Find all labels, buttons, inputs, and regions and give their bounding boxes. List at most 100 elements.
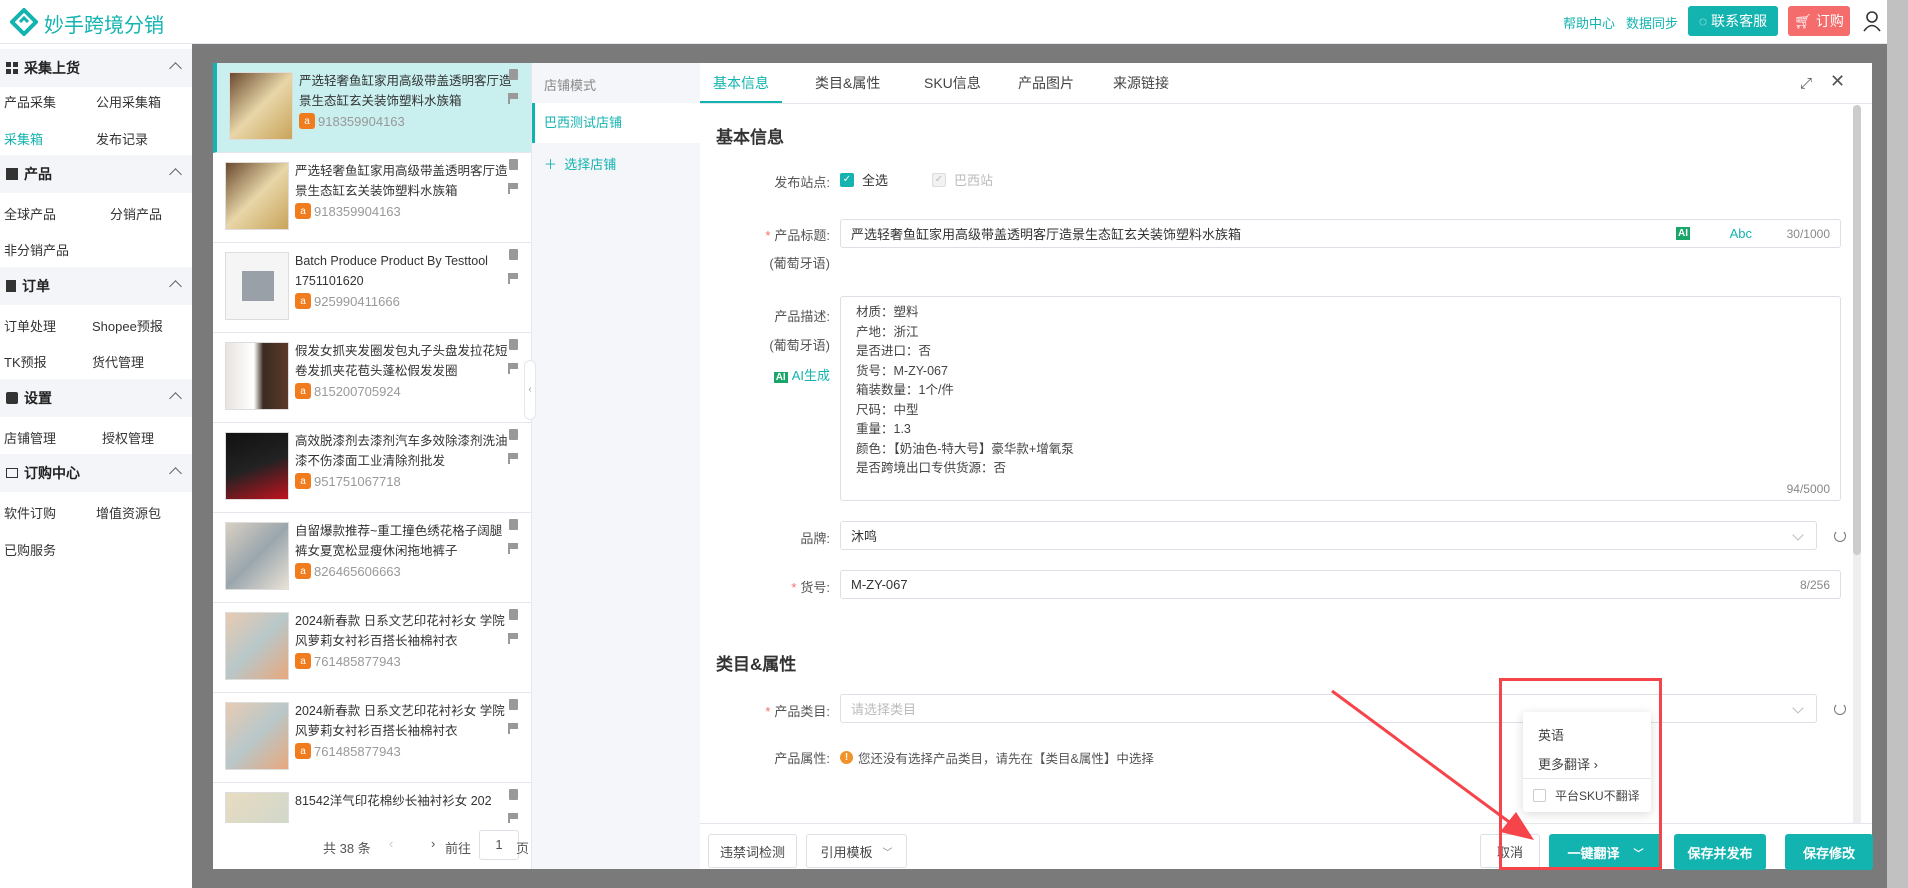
product-title: Batch Produce Product By Testtool 175110…	[295, 254, 488, 288]
attributes-label: 产品属性:	[774, 751, 830, 766]
alibaba-icon: a	[295, 653, 311, 669]
sidebar-section-collect[interactable]: 采集上货	[0, 49, 192, 87]
refresh-brand-icon[interactable]	[1834, 530, 1846, 542]
save-and-publish-button[interactable]: 保存并发布	[1674, 834, 1766, 870]
next-page-icon[interactable]: ›	[431, 836, 435, 851]
flag-icon[interactable]	[508, 723, 518, 734]
tab-product-images[interactable]: 产品图片	[1018, 63, 1074, 103]
prohibited-word-check-button[interactable]: 违禁词检测	[708, 834, 797, 868]
product-source-id: a 925990411666	[295, 293, 400, 309]
tab-sku-info[interactable]: SKU信息	[924, 63, 981, 103]
sidebar-item-forwarder[interactable]: 货代管理	[92, 352, 144, 371]
sidebar-item-product-collect[interactable]: 产品采集	[4, 92, 56, 111]
sidebar-item-tk-forecast[interactable]: TK预报	[4, 352, 47, 371]
flag-icon[interactable]	[508, 183, 518, 194]
sidebar-section-orders[interactable]: 订单	[0, 267, 192, 305]
top-header: 妙手跨境分销 帮助中心 数据同步 ◌ 联系客服 🛒︎ 订购	[0, 0, 1908, 44]
form-scrollbar[interactable]	[1853, 105, 1861, 825]
product-list-item[interactable]: 严选轻奢鱼缸家用高级带盖透明客厅造景生态缸玄关装饰塑料水族箱 a 918359904…	[213, 63, 531, 153]
product-list-item[interactable]: 高效脱漆剂去漆剂汽车多效除漆剂洗油漆不伤漆面工业清除剂批发 a 9517510677…	[213, 423, 531, 513]
page-scrollbar[interactable]	[1887, 0, 1908, 888]
delete-icon[interactable]	[509, 429, 518, 440]
brand-label: 品牌:	[800, 531, 830, 546]
collapse-list-icon[interactable]: ‹	[524, 360, 536, 420]
sidebar-item-shopee-forecast[interactable]: Shopee预报	[92, 316, 163, 335]
sidebar-item-collect-box[interactable]: 采集箱	[4, 129, 43, 148]
sidebar-item-store-management[interactable]: 店铺管理	[4, 428, 56, 447]
prev-page-icon[interactable]: ‹	[389, 836, 393, 851]
sidebar-section-subscription[interactable]: 订购中心	[0, 454, 192, 492]
select-store-button[interactable]: ＋ 选择店铺	[544, 154, 616, 173]
sidebar-item-distribution-products[interactable]: 分销产品	[110, 204, 162, 223]
flag-icon[interactable]	[508, 633, 518, 644]
delete-icon[interactable]	[509, 699, 518, 710]
tab-basic-info[interactable]: 基本信息	[700, 63, 782, 103]
delete-icon[interactable]	[509, 159, 518, 170]
sidebar-item-public-box[interactable]: 公用采集箱	[96, 92, 161, 111]
sidebar-item-software-order[interactable]: 软件订购	[4, 503, 56, 522]
description-line: 材质：塑料	[856, 305, 919, 319]
ai-generate-button[interactable]: AI AI生成	[773, 365, 830, 384]
sku-input[interactable]: M-ZY-067 8/256	[840, 570, 1841, 599]
apply-template-dropdown[interactable]: 引用模板 ﹀	[806, 834, 907, 868]
tab-source-link[interactable]: 来源链接	[1113, 63, 1169, 103]
sidebar-item-authorization[interactable]: 授权管理	[102, 428, 154, 447]
order-button[interactable]: 🛒︎ 订购	[1788, 6, 1850, 36]
flag-icon[interactable]	[508, 93, 518, 104]
tab-category-attributes[interactable]: 类目&属性	[815, 63, 880, 103]
save-changes-button[interactable]: 保存修改	[1785, 834, 1873, 870]
help-center-link[interactable]: 帮助中心	[1563, 13, 1615, 32]
alibaba-icon: a	[295, 473, 311, 489]
flag-icon[interactable]	[508, 543, 518, 554]
product-source-id: a 918359904163	[299, 113, 405, 129]
sidebar-item-resource-pack[interactable]: 增值资源包	[96, 503, 161, 522]
pagination: 共 38 条 ‹ › 前往 1 页	[213, 823, 531, 869]
sidebar-item-order-processing[interactable]: 订单处理	[4, 316, 56, 335]
brazil-site-checkbox[interactable]: ✓ 巴西站	[932, 170, 993, 189]
data-sync-link[interactable]: 数据同步	[1626, 13, 1678, 32]
user-icon[interactable]	[1862, 10, 1882, 32]
product-title-input[interactable]: 严选轻奢鱼缸家用高级带盖透明客厅造景生态缸玄关装饰塑料水族箱 AI Abc 30…	[840, 219, 1841, 248]
abc-spellcheck-button[interactable]: Abc	[1730, 226, 1752, 241]
product-thumbnail	[225, 342, 289, 410]
delete-icon[interactable]	[509, 609, 518, 620]
product-thumbnail	[225, 702, 289, 770]
refresh-category-icon[interactable]	[1834, 703, 1846, 715]
contact-support-button[interactable]: ◌ 联系客服	[1688, 6, 1778, 36]
product-title: 假发女抓夹发圈发包丸子头盘发拉花短卷发抓夹花苞头蓬松假发发圈	[295, 344, 508, 378]
product-list-item[interactable]: 严选轻奢鱼缸家用高级带盖透明客厅造景生态缸玄关装饰塑料水族箱 a 918359904…	[213, 153, 531, 243]
delete-icon[interactable]	[509, 249, 518, 260]
alibaba-icon: a	[295, 563, 311, 579]
delete-icon[interactable]	[509, 339, 518, 350]
product-list-item[interactable]: 自留爆款推荐~重工撞色绣花格子阔腿裤女夏宽松显瘦休闲拖地裤子 a 826465606…	[213, 513, 531, 603]
sidebar-item-global-products[interactable]: 全球产品	[4, 204, 56, 223]
sidebar-section-settings[interactable]: 设置	[0, 379, 192, 417]
fullscreen-icon[interactable]: ⤢	[1800, 75, 1812, 92]
sidebar-item-publish-record[interactable]: 发布记录	[96, 129, 148, 148]
page-number-input[interactable]: 1	[479, 830, 519, 860]
product-list-item[interactable]: 2024新春款 日系文艺印花衬衫女 学院风萝莉女衬衫百搭长袖棉衬衣 a 761485…	[213, 603, 531, 693]
product-description-textarea[interactable]: 材质：塑料 产地：浙江 是否进口：否 货号：M-ZY-067 箱装数量：1个/件 尺码：中…	[840, 296, 1841, 501]
category-select[interactable]: 请选择类目	[840, 694, 1817, 723]
delete-icon[interactable]	[509, 519, 518, 530]
flag-icon[interactable]	[508, 273, 518, 284]
flag-icon[interactable]	[508, 363, 518, 374]
document-icon	[6, 280, 16, 292]
ai-icon[interactable]: AI	[1676, 227, 1690, 240]
sidebar-section-product[interactable]: 产品	[0, 155, 192, 193]
product-list-item[interactable]: Batch Produce Product By Testtool 175110…	[213, 243, 531, 333]
close-icon[interactable]: ✕	[1830, 71, 1845, 92]
select-all-checkbox[interactable]: ✓ 全选	[840, 170, 888, 189]
delete-icon[interactable]	[509, 789, 518, 800]
product-thumbnail	[225, 162, 289, 230]
sidebar-item-purchased[interactable]: 已购服务	[4, 540, 56, 559]
ai-icon: AI	[773, 372, 788, 383]
chevron-down-icon	[1792, 529, 1804, 541]
product-list-item[interactable]: 2024新春款 日系文艺印花衬衫女 学院风萝莉女衬衫百搭长袖棉衬衣 a 761485…	[213, 693, 531, 783]
brand-select[interactable]: 沐鸣	[840, 521, 1817, 550]
flag-icon[interactable]	[508, 453, 518, 464]
sidebar-item-non-distribution[interactable]: 非分销产品	[4, 240, 69, 259]
delete-icon[interactable]	[509, 69, 518, 80]
product-list-item[interactable]: 假发女抓夹发圈发包丸子头盘发拉花短卷发抓夹花苞头蓬松假发发圈 a 815200705…	[213, 333, 531, 423]
store-item-brazil-test[interactable]: 巴西测试店铺	[532, 103, 700, 143]
